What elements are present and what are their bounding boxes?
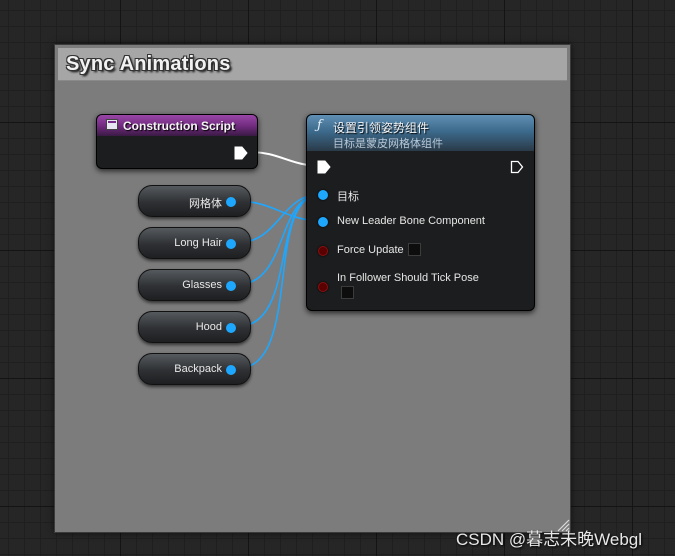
- variable-node-glasses[interactable]: Glasses: [138, 269, 251, 301]
- variable-label: Hood: [195, 321, 222, 333]
- variable-output-pin[interactable]: [226, 323, 236, 333]
- variable-output-pin[interactable]: [226, 239, 236, 249]
- function-f-icon: ƒ: [317, 118, 322, 133]
- force-update-checkbox[interactable]: [408, 243, 421, 256]
- variable-output-pin[interactable]: [226, 197, 236, 207]
- variable-node-long-hair[interactable]: Long Hair: [138, 227, 251, 259]
- new-leader-bone-component-label: New Leader Bone Component: [337, 215, 485, 227]
- variable-label: Long Hair: [174, 237, 222, 249]
- variable-output-pin[interactable]: [226, 365, 236, 375]
- variable-label: Backpack: [174, 363, 222, 375]
- function-node-header[interactable]: ƒ 设置引领姿势组件 目标是蒙皮网格体组件: [307, 115, 534, 151]
- new-leader-bone-component-pin[interactable]: [318, 217, 328, 227]
- target-pin[interactable]: [318, 190, 328, 200]
- target-pin-label: 目标: [337, 191, 359, 203]
- construction-script-icon: [106, 119, 118, 130]
- follower-tick-pose-label: In Follower Should Tick Pose: [337, 272, 479, 284]
- set-leader-pose-component-node[interactable]: ƒ 设置引领姿势组件 目标是蒙皮网格体组件 目标 New Leader Bone…: [306, 114, 535, 311]
- construction-script-title: Construction Script: [123, 119, 236, 133]
- function-node-subtitle: 目标是蒙皮网格体组件: [333, 138, 443, 150]
- force-update-pin[interactable]: [318, 246, 328, 256]
- follower-tick-pose-pin[interactable]: [318, 282, 328, 292]
- variable-node-backpack[interactable]: Backpack: [138, 353, 251, 385]
- follower-tick-pose-checkbox[interactable]: [341, 286, 354, 299]
- exec-output-pin-icon[interactable]: [510, 160, 524, 174]
- exec-input-pin-icon[interactable]: [317, 160, 331, 174]
- function-node-title: 设置引领姿势组件: [333, 121, 430, 135]
- exec-output-pin-icon[interactable]: [234, 146, 248, 160]
- watermark: CSDN @暮志未晚Webgl: [456, 530, 643, 549]
- variable-node-mesh[interactable]: 网格体: [138, 185, 251, 217]
- variable-node-hood[interactable]: Hood: [138, 311, 251, 343]
- variable-label: Glasses: [182, 279, 222, 291]
- variable-output-pin[interactable]: [226, 281, 236, 291]
- construction-script-header[interactable]: Construction Script: [97, 115, 257, 136]
- force-update-label: Force Update: [337, 244, 404, 256]
- variable-label: 网格体: [189, 198, 222, 210]
- construction-script-node[interactable]: Construction Script: [96, 114, 258, 169]
